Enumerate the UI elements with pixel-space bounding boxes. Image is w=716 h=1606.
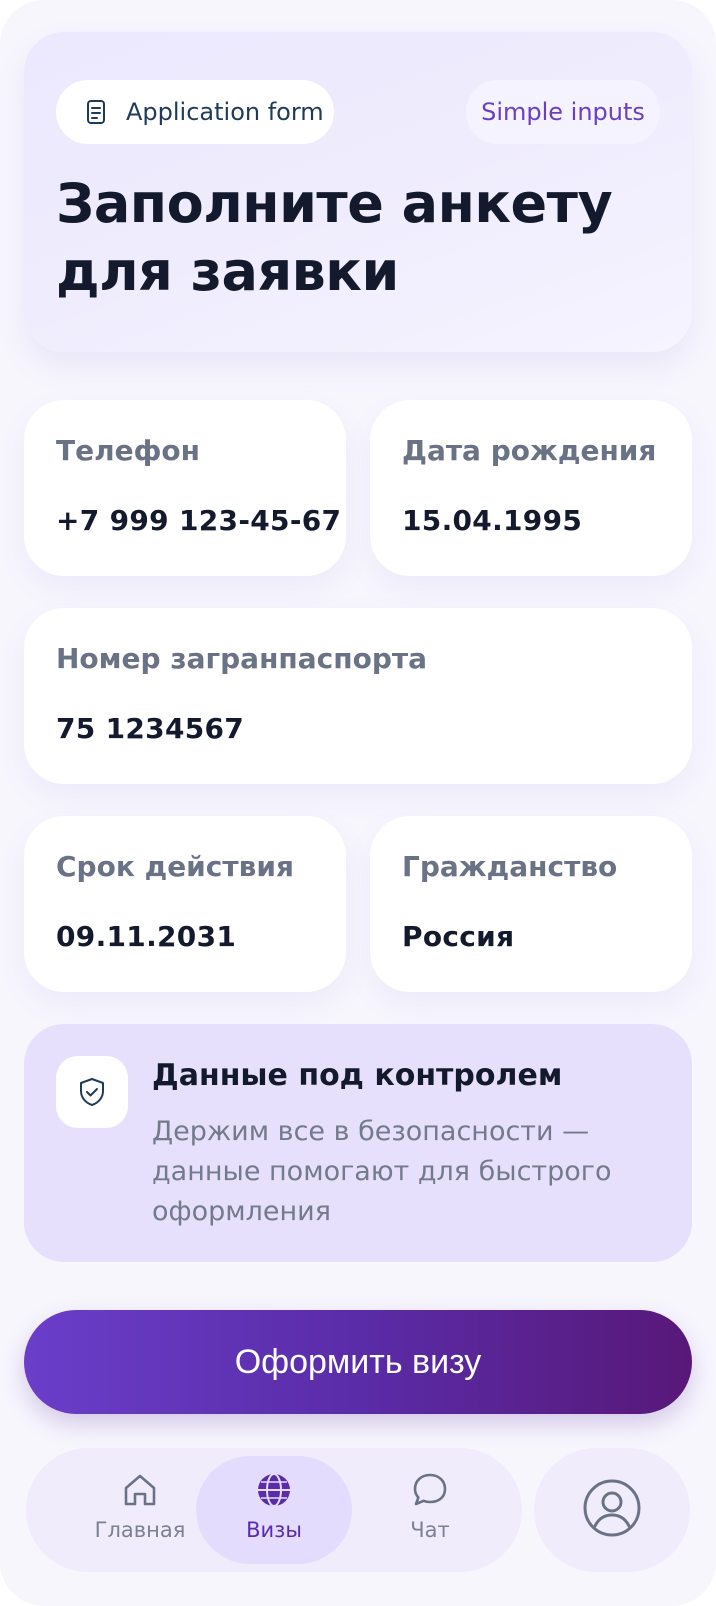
- nav-item-home[interactable]: Главная: [62, 1456, 218, 1564]
- birth-date-field[interactable]: Дата рождения 15.04.1995: [370, 400, 692, 576]
- info-text: Держим все в безопасности — данные помог…: [152, 1116, 612, 1227]
- app-screen: Application form Simple inputs Заполните…: [0, 0, 716, 1606]
- chat-bubble-icon: [410, 1470, 450, 1514]
- passport-number-label: Номер загранпаспорта: [56, 642, 427, 675]
- profile-button[interactable]: [534, 1448, 690, 1572]
- expiry-date-field[interactable]: Срок действия 09.11.2031: [24, 816, 346, 992]
- header-card: Application form Simple inputs Заполните…: [24, 32, 692, 352]
- bottom-nav: Главная Визы Чат: [26, 1448, 522, 1572]
- expiry-date-value[interactable]: 09.11.2031: [56, 920, 236, 953]
- nav-item-chat[interactable]: Чат: [352, 1456, 508, 1564]
- nav-item-visas[interactable]: Визы: [196, 1456, 352, 1564]
- citizenship-value[interactable]: Россия: [402, 920, 514, 953]
- globe-icon: [254, 1470, 294, 1514]
- simple-inputs-label: Simple inputs: [481, 98, 645, 126]
- birth-date-value[interactable]: 15.04.1995: [402, 504, 582, 537]
- citizenship-label: Гражданство: [402, 850, 618, 883]
- passport-number-value[interactable]: 75 1234567: [56, 712, 244, 745]
- shield-check-icon: [56, 1056, 128, 1128]
- phone-label: Телефон: [56, 434, 200, 467]
- nav-label-chat: Чат: [410, 1518, 450, 1542]
- phone-field[interactable]: Телефон +7 999 123-45-67: [24, 400, 346, 576]
- passport-number-field[interactable]: Номер загранпаспорта 75 1234567: [24, 608, 692, 784]
- simple-inputs-pill: Simple inputs: [466, 80, 660, 144]
- citizenship-field[interactable]: Гражданство Россия: [370, 816, 692, 992]
- birth-date-label: Дата рождения: [402, 434, 657, 467]
- expiry-date-label: Срок действия: [56, 850, 294, 883]
- document-icon: [82, 98, 110, 126]
- apply-visa-button[interactable]: Оформить визу: [24, 1310, 692, 1414]
- phone-value[interactable]: +7 999 123-45-67: [56, 504, 341, 537]
- nav-label-visas: Визы: [246, 1518, 302, 1542]
- application-form-label: Application form: [126, 98, 324, 126]
- info-title: Данные под контролем: [152, 1058, 563, 1093]
- data-security-card: Данные под контролем Держим все в безопа…: [24, 1024, 692, 1262]
- page-title: Заполните анкету для заявки: [56, 172, 613, 303]
- home-icon: [120, 1470, 160, 1514]
- user-avatar-icon: [582, 1478, 642, 1542]
- application-form-pill: Application form: [56, 80, 334, 144]
- nav-label-home: Главная: [94, 1518, 186, 1542]
